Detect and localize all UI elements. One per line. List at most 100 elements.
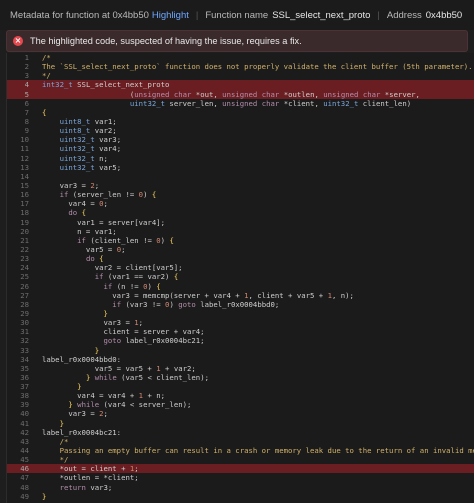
code-text: if (n != 0) { [103,281,161,291]
line-number: 46 [20,464,29,474]
code-text: var3 = 2; [42,409,108,419]
line-number: 36 [20,372,29,382]
code-text: if (client_len != 0) { [77,235,174,245]
line-number: 9 [24,126,29,136]
code-line: 34 label_r0x0004bbd0: [7,355,474,364]
code-line: 22 var5 = 0; [7,245,474,254]
line-number: 41 [20,418,29,428]
code-text: n = var1; [42,226,117,236]
separator: | [377,9,380,21]
code-line: 35 var5 = var5 + 1 + var2; [7,364,474,373]
code-line: 13 uint32_t var5; [7,163,474,172]
line-number: 20 [20,226,29,236]
line-number: 4 [24,80,29,90]
code-text: var3 = memcmp(server + var4 + 1, client … [42,290,354,300]
code-text: uint32_t n; [59,153,108,163]
code-line: 31 client = server + var4; [7,327,474,336]
code-text: (unsigned char *out, unsigned char *outl… [42,89,420,99]
code-line: 45 */ [7,455,474,464]
code-line: 19 var1 = server[var4]; [7,218,474,227]
code-text: var3 = 2; [42,180,100,190]
code-text: } [103,308,108,318]
code-line: 7{ [7,108,474,117]
code-text: goto label_r0x0004bc21; [103,336,205,346]
line-number: 2 [24,62,29,72]
code-line: 43 /* [7,437,474,446]
line-number: 27 [20,290,29,300]
line-number: 14 [20,171,29,181]
code-text: *out = client + 1; [42,464,139,474]
line-number: 19 [20,217,29,227]
line-number: 23 [20,254,29,264]
code-text: var4 = var4 + 1 + n; [42,391,166,401]
code-text: */ [42,455,69,465]
code-line: 10 uint32_t var3; [7,135,474,144]
code-text: Passing an empty buffer can result in a … [59,446,474,456]
code-line: 1 /* [7,53,474,62]
code-text: /* [42,53,51,62]
highlighted-code-line: 5 (unsigned char *out, unsigned char *ou… [7,89,474,99]
line-number: 26 [20,281,29,291]
code-line: 44 Passing an empty buffer can result in… [7,446,474,455]
line-number: 38 [20,391,29,401]
code-line: 12 uint32_t n; [7,154,474,163]
line-number: 43 [20,436,29,446]
code-text: label_r0x0004bbd0: [42,354,122,364]
code-text: if (server_len != 0) { [59,190,157,200]
line-number: 40 [20,409,29,419]
code-line: 3 */ [7,71,474,80]
code-line: 38 var4 = var4 + 1 + n; [7,391,474,400]
line-number: 17 [20,199,29,209]
code-text: if (var3 != 0) goto label_r0x0004bbd0; [112,299,280,309]
error-icon: × [13,36,23,46]
code-line: 9 uint8_t var2; [7,126,474,135]
code-line: 11 uint32_t var4; [7,144,474,153]
function-name-label: Function name [205,9,269,21]
line-number: 30 [20,318,29,328]
line-number: 12 [20,153,29,163]
line-number: 44 [20,446,29,456]
code-line: 20 n = var1; [7,227,474,236]
line-number: 15 [20,180,29,190]
code-line: 21 if (client_len != 0) { [7,236,474,245]
code-line: 8 uint8_t var1; [7,117,474,126]
line-number: 28 [20,299,29,309]
code-line: 15 var3 = 2; [7,181,474,190]
line-number: 45 [20,455,29,465]
line-number: 21 [20,235,29,245]
code-viewer[interactable]: 1 /* 2 The `SSL_select_next_proto` function… [6,53,474,503]
code-line: 36 } while (var5 < client_len); [7,373,474,382]
line-number: 1 [24,53,29,62]
highlighted-code-line: 4 int32_t SSL_select_next_proto [7,80,474,90]
code-text: { [42,107,47,117]
code-text: uint32_t var4; [59,144,122,154]
line-number: 13 [20,162,29,172]
code-text: var5 = var5 + 1 + var2; [42,363,196,373]
code-text: } [42,491,47,501]
line-number: 6 [24,98,29,108]
code-text: var1 = server[var4]; [42,217,166,227]
line-number: 33 [20,345,29,355]
highlight-link[interactable]: Highlight [152,10,189,21]
code-line: 17 var4 = 0; [7,199,474,208]
code-line: 16 if (server_len != 0) { [7,190,474,199]
line-number: 39 [20,400,29,410]
code-text: } while (var5 < client_len); [85,372,209,382]
function-name-value: SSL_select_next_proto [272,9,371,21]
code-text: *outlen = *client; [42,473,139,483]
highlighted-code-line: 46 *out = client + 1; [7,464,474,474]
code-line: 23 do { [7,254,474,263]
line-number: 16 [20,190,29,200]
line-number: 37 [20,382,29,392]
issue-alert: × The highlighted code, suspected of hav… [6,30,468,52]
code-line: 18 do { [7,208,474,217]
code-text: uint32_t server_len, unsigned char *clie… [129,98,412,108]
code-text: do { [85,254,104,264]
address-label: Address [386,9,422,21]
line-number: 34 [20,354,29,364]
line-number: 10 [20,135,29,145]
line-number: 31 [20,327,29,337]
metadata-header: Metadata for function at 0x4bb50 Highlig… [0,0,474,30]
address-value: 0x4bb50 [425,9,463,21]
code-text: var2 = client[var5]; [42,263,183,273]
